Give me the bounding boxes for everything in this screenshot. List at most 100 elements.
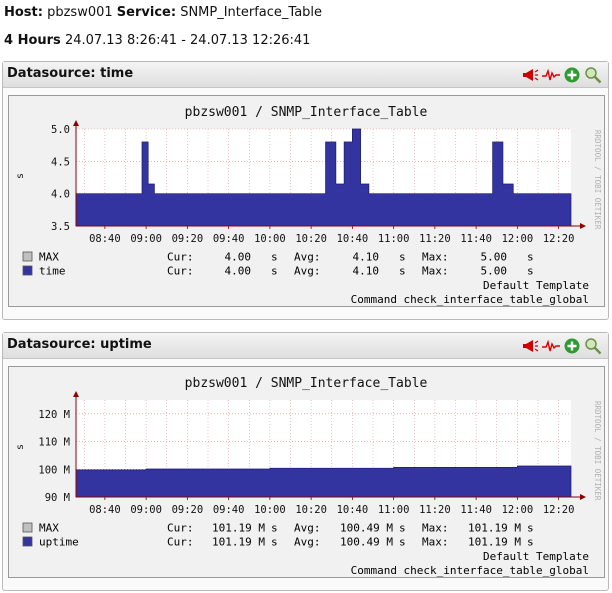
panel-header: Datasource: uptime [3, 333, 608, 359]
y-tick-label: 100 M [38, 464, 70, 476]
plot-area: 3.5 4.0 4.5 5.0 08:40 09:00 09:20 09:40 10:00 10:… [51, 120, 586, 245]
legend-avg-label: Avg: [294, 522, 321, 535]
legend-max-label: Max: [422, 265, 449, 278]
legend-swatch [22, 536, 33, 547]
zoom-icon[interactable] [584, 337, 602, 355]
panel-title: Datasource: time [7, 66, 134, 81]
x-tick-label: 11:20 [419, 504, 451, 516]
range-label: 4 Hours [4, 33, 61, 48]
heartbeat-icon[interactable] [542, 337, 560, 355]
y-tick-label: 4.0 [51, 189, 70, 201]
x-tick-label: 09:40 [213, 504, 245, 516]
graph-watermark: RRDTOOL / TOBI OETIKER [593, 130, 602, 230]
legend-avg-unit: s [399, 536, 406, 549]
legend-max-label: Max: [422, 536, 449, 549]
legend-cur-label: Cur: [167, 251, 194, 264]
legend-cur-unit: s [271, 265, 278, 278]
host-value: pbzsw001 [47, 5, 113, 20]
service-label: Service: [116, 5, 177, 20]
legend-max: 101.19 M [468, 536, 521, 549]
panel-uptime: Datasource: uptime pbzsw001 / SNMP_Inter… [2, 332, 609, 591]
host-line: Host: pbzsw001 Service: SNMP_Interface_T… [4, 5, 322, 20]
legend-cur-label: Cur: [167, 522, 194, 535]
x-tick-label: 08:40 [89, 504, 121, 516]
x-tick-label: 09:20 [172, 504, 204, 516]
template-line: Default Template [483, 279, 589, 292]
legend-name: time [39, 265, 66, 278]
panel-toolbar [521, 337, 602, 355]
x-tick-label: 10:20 [295, 233, 327, 245]
host-label: Host: [4, 5, 43, 20]
legend-row-series: time Cur: 4.00 s Avg: 4.10 s Max: 5.00 s [22, 265, 534, 278]
x-axis-arrow [580, 494, 586, 500]
x-tick-label: 12:20 [543, 504, 575, 516]
legend-max-unit: s [527, 251, 534, 264]
zoom-icon[interactable] [584, 66, 602, 84]
x-tick-label: 10:00 [254, 233, 286, 245]
legend-avg: 100.49 M [340, 522, 393, 535]
legend-avg-label: Avg: [294, 265, 321, 278]
add-icon[interactable] [563, 66, 581, 84]
legend-swatch [22, 265, 33, 276]
legend-avg-unit: s [399, 251, 406, 264]
legend-cur: 4.00 [225, 265, 252, 278]
legend-max: 5.00 [481, 265, 508, 278]
legend-row-series: uptime Cur: 101.19 M s Avg: 100.49 M s M… [22, 536, 534, 549]
series-area [75, 465, 572, 498]
x-tick-label: 12:00 [502, 504, 534, 516]
graph-image: pbzsw001 / SNMP_Interface_Table RRDTOOL … [8, 95, 605, 307]
y-unit: s [15, 444, 26, 450]
panel-time: Datasource: time pbzsw001 / SNMP_Interfa… [2, 61, 609, 320]
x-tick-label: 10:00 [254, 504, 286, 516]
legend-cur: 101.19 M [212, 522, 265, 535]
graph-watermark: RRDTOOL / TOBI OETIKER [593, 401, 602, 501]
y-tick-label: 3.5 [51, 221, 70, 233]
legend-max-unit: s [527, 265, 534, 278]
legend-avg: 4.10 [353, 251, 380, 264]
legend-avg: 100.49 M [340, 536, 393, 549]
x-tick-label: 11:40 [460, 233, 492, 245]
range-line: 4 Hours 24.07.13 8:26:41 - 24.07.13 12:2… [4, 33, 310, 48]
y-tick-label: 90 M [45, 492, 70, 504]
y-axis-arrow [73, 391, 79, 397]
range-value: 24.07.13 8:26:41 - 24.07.13 12:26:41 [64, 33, 311, 48]
legend-cur: 101.19 M [212, 536, 265, 549]
x-tick-label: 11:20 [419, 233, 451, 245]
x-tick-label: 10:20 [295, 504, 327, 516]
add-icon[interactable] [563, 337, 581, 355]
x-axis-arrow [580, 223, 586, 229]
legend-name: MAX [39, 522, 59, 535]
legend-cur-unit: s [271, 251, 278, 264]
megaphone-icon[interactable] [521, 337, 539, 355]
legend-cur-label: Cur: [167, 265, 194, 278]
command-line: Command check_interface_table_global [351, 293, 589, 306]
y-tick-label: 120 M [38, 409, 70, 421]
y-tick-label: 110 M [38, 437, 70, 449]
legend-max-unit: s [527, 536, 534, 549]
graph-svg: pbzsw001 / SNMP_Interface_Table RRDTOOL … [15, 376, 602, 577]
legend-avg-unit: s [399, 522, 406, 535]
y-axis-arrow [73, 120, 79, 126]
x-tick-label: 09:00 [130, 504, 162, 516]
graph-svg: pbzsw001 / SNMP_Interface_Table RRDTOOL … [15, 105, 602, 306]
legend-max: 101.19 M [468, 522, 521, 535]
legend-max: 5.00 [481, 251, 508, 264]
x-tick-label: 10:40 [337, 233, 369, 245]
x-tick-label: 08:40 [89, 233, 121, 245]
legend-cur-unit: s [271, 522, 278, 535]
graph-title: pbzsw001 / SNMP_Interface_Table [185, 105, 428, 120]
heartbeat-icon[interactable] [542, 66, 560, 84]
legend-cur: 4.00 [225, 251, 252, 264]
panel-title: Datasource: uptime [7, 337, 152, 352]
x-tick-label: 09:20 [172, 233, 204, 245]
legend-max-label: Max: [422, 251, 449, 264]
y-tick-label: 5.0 [51, 124, 70, 136]
x-tick-label: 12:00 [502, 233, 534, 245]
x-tick-label: 11:00 [378, 233, 410, 245]
megaphone-icon[interactable] [521, 66, 539, 84]
legend-swatch [22, 522, 33, 533]
graph-title: pbzsw001 / SNMP_Interface_Table [185, 376, 428, 391]
legend-cur-label: Cur: [167, 536, 194, 549]
plot-area: 90 M 100 M 110 M 120 M 08:40 09:00 09:20 09:40 1… [38, 391, 586, 516]
x-tick-label: 09:00 [130, 233, 162, 245]
